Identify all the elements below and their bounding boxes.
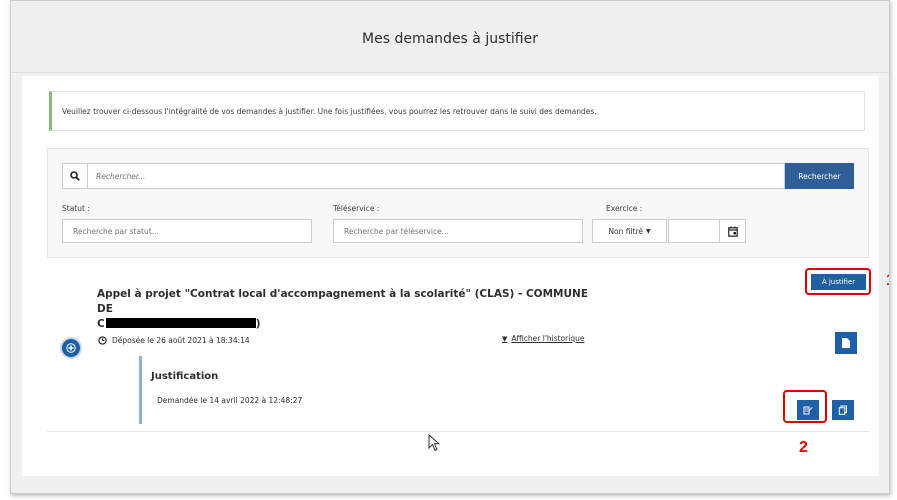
justification-title: Justification bbox=[151, 371, 219, 382]
history-link-label: Afficher l'historique bbox=[511, 334, 585, 343]
exercice-year-input[interactable] bbox=[668, 219, 720, 243]
app-window: Mes demandes à justifier Veuillez trouve… bbox=[10, 0, 890, 494]
calendar-button[interactable] bbox=[720, 219, 746, 243]
statut-input[interactable] bbox=[62, 219, 312, 243]
file-icon bbox=[842, 338, 850, 348]
teleservice-input[interactable] bbox=[333, 219, 583, 243]
annotation-box-1 bbox=[805, 268, 871, 295]
history-link[interactable]: ▼ Afficher l'historique bbox=[502, 334, 584, 343]
plus-icon bbox=[66, 343, 76, 353]
statut-label: Statut : bbox=[62, 204, 90, 213]
teleservice-label: Téléservice : bbox=[333, 204, 380, 213]
request-title[interactable]: Appel à projet "Contrat local d'accompag… bbox=[97, 287, 607, 332]
justification-indent-bar bbox=[139, 356, 142, 424]
main-content: Veuillez trouver ci-dessous l'intégralit… bbox=[22, 76, 889, 476]
deposit-info: Déposée le 26 août 2021 à 18:34:14 bbox=[98, 336, 250, 345]
info-text: Veuillez trouver ci-dessous l'intégralit… bbox=[62, 107, 597, 116]
document-button[interactable] bbox=[835, 332, 857, 354]
expand-button[interactable] bbox=[62, 339, 80, 357]
filter-panel: Rechercher Statut : Téléservice : Exerci… bbox=[47, 148, 869, 258]
page-header: Mes demandes à justifier bbox=[11, 1, 889, 73]
annotation-number-2: 2 bbox=[799, 439, 808, 456]
exercice-filter-value: Non filtré bbox=[608, 226, 643, 236]
copy-button[interactable] bbox=[832, 400, 854, 420]
redaction-bar bbox=[105, 318, 256, 328]
page-title: Mes demandes à justifier bbox=[362, 31, 538, 47]
calendar-icon bbox=[727, 226, 738, 237]
justification-date: Demandée le 14 avril 2022 à 12:48:27 bbox=[157, 396, 303, 405]
card-divider bbox=[47, 431, 869, 432]
mouse-cursor bbox=[428, 433, 441, 456]
clock-icon bbox=[98, 336, 107, 345]
search-button[interactable]: Rechercher bbox=[785, 163, 854, 189]
caret-down-icon: ▼ bbox=[646, 227, 651, 235]
chevron-down-icon: ▼ bbox=[502, 334, 508, 343]
info-alert: Veuillez trouver ci-dessous l'intégralit… bbox=[49, 91, 865, 131]
search-bar: Rechercher bbox=[62, 163, 854, 189]
annotation-box-2 bbox=[783, 390, 827, 423]
request-card: Appel à projet "Contrat local d'accompag… bbox=[22, 266, 879, 476]
exercice-label: Exercice : bbox=[606, 204, 643, 213]
annotation-number-1: 1 bbox=[886, 272, 889, 290]
search-input[interactable] bbox=[88, 163, 785, 189]
deposit-date: Déposée le 26 août 2021 à 18:34:14 bbox=[112, 336, 250, 345]
exercice-filter-dropdown[interactable]: Non filtré ▼ bbox=[592, 219, 667, 243]
copy-icon bbox=[838, 405, 847, 415]
search-icon[interactable] bbox=[62, 163, 88, 189]
